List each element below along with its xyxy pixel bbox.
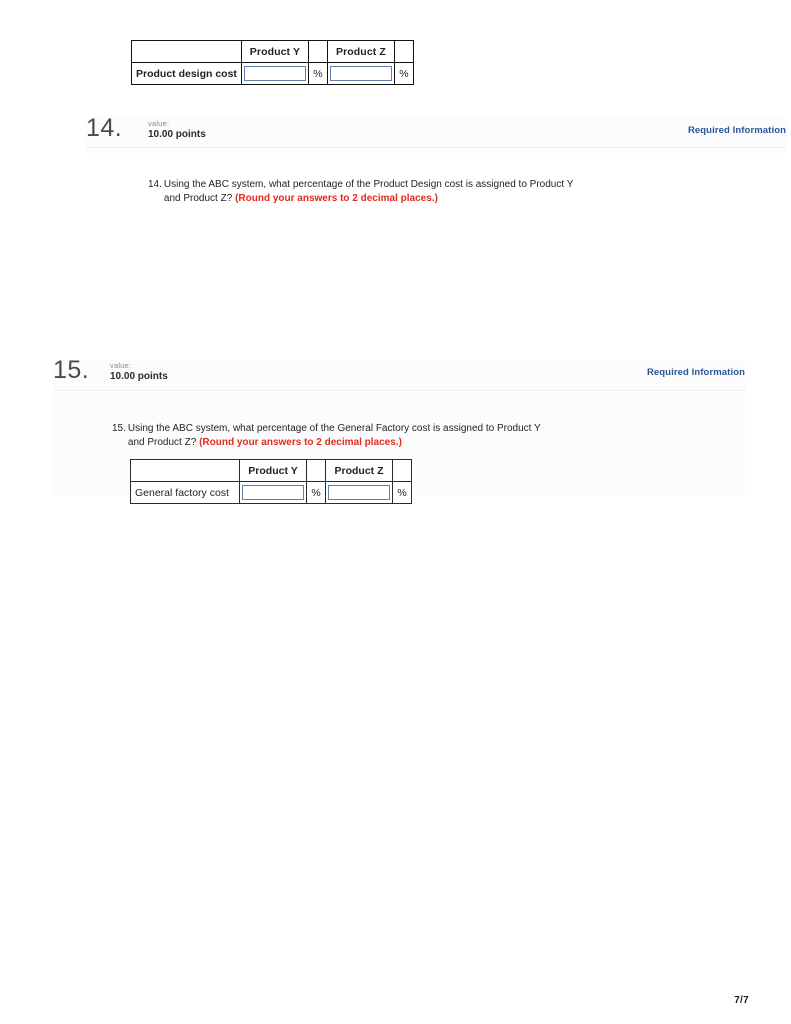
table-row: Product design cost % % (131, 62, 414, 85)
question-14-value-label: value: (148, 119, 170, 128)
cell-product-z-input[interactable] (326, 62, 395, 85)
question-15-rounding-note: (Round your answers to 2 decimal places.… (199, 436, 402, 448)
product-design-cost-product-y-input[interactable] (243, 66, 306, 81)
question-15-text-row: 15. Using the ABC system, what percentag… (112, 422, 552, 449)
table-header-empty (131, 40, 242, 63)
table-header-row: Product Y Product Z (131, 40, 414, 63)
table-header-empty (130, 459, 240, 482)
general-factory-cost-product-z-input[interactable] (328, 485, 390, 500)
question-14-text-number: 14. (148, 179, 162, 190)
table-header-spacer-y (307, 40, 328, 63)
question-block-14: 14. value: 10.00 points Required Informa… (86, 114, 786, 153)
question-14-points: 10.00 points (148, 129, 206, 140)
general-factory-cost-table: Product Y Product Z General factory cost… (130, 459, 412, 504)
question-14-text: Using the ABC system, what percentage of… (164, 178, 588, 205)
question-15-body: 15. Using the ABC system, what percentag… (112, 422, 552, 449)
question-15-divider (53, 390, 745, 391)
question-15-points: 10.00 points (110, 371, 168, 382)
product-design-cost-table: Product Y Product Z Product design cost … (131, 40, 414, 85)
question-14-divider (86, 147, 786, 148)
page-number: 7/7 (734, 995, 749, 1006)
table-header-spacer-z (393, 40, 414, 63)
question-14-value: value: 10.00 points (148, 119, 206, 141)
question-15-value: value: 10.00 points (110, 361, 168, 383)
cell-product-y-input[interactable] (240, 62, 309, 85)
question-15-header: 15. value: 10.00 points Required Informa… (53, 356, 745, 392)
question-14-body: 14. Using the ABC system, what percentag… (148, 178, 588, 205)
question-14-text-row: 14. Using the ABC system, what percentag… (148, 178, 588, 205)
question-14-required-information-link[interactable]: Required Information (688, 125, 786, 136)
question-15-number: 15. (53, 356, 90, 384)
general-factory-cost-product-y-input[interactable] (242, 485, 304, 500)
table-row: General factory cost % % (130, 481, 412, 504)
question-14-number: 14. (86, 114, 123, 142)
product-design-cost-product-z-input[interactable] (329, 66, 392, 81)
question-15-text-number: 15. (112, 423, 126, 434)
table-header-spacer-y (306, 459, 326, 482)
question-15-value-label: value: (110, 361, 132, 370)
question-15-required-information-link[interactable]: Required Information (647, 367, 745, 378)
cell-product-y-input[interactable] (239, 481, 307, 504)
row-label-general-factory-cost: General factory cost (130, 481, 240, 504)
percent-symbol-product-y: % (307, 62, 328, 85)
question-14-header: 14. value: 10.00 points Required Informa… (86, 114, 786, 150)
question-14-rounding-note: (Round your answers to 2 decimal places.… (235, 192, 438, 204)
percent-symbol-product-z: % (393, 62, 414, 85)
cell-product-z-input[interactable] (325, 481, 393, 504)
row-label-product-design-cost: Product design cost (131, 62, 242, 85)
table-header-product-y: Product Y (240, 40, 309, 63)
question-15-text: Using the ABC system, what percentage of… (128, 422, 552, 449)
percent-symbol-product-z: % (392, 481, 412, 504)
percent-symbol-product-y: % (306, 481, 326, 504)
table-header-spacer-z (392, 459, 412, 482)
table-header-product-y: Product Y (239, 459, 307, 482)
table-header-product-z: Product Z (326, 40, 395, 63)
table-header-product-z: Product Z (325, 459, 393, 482)
table-header-row: Product Y Product Z (130, 459, 412, 482)
